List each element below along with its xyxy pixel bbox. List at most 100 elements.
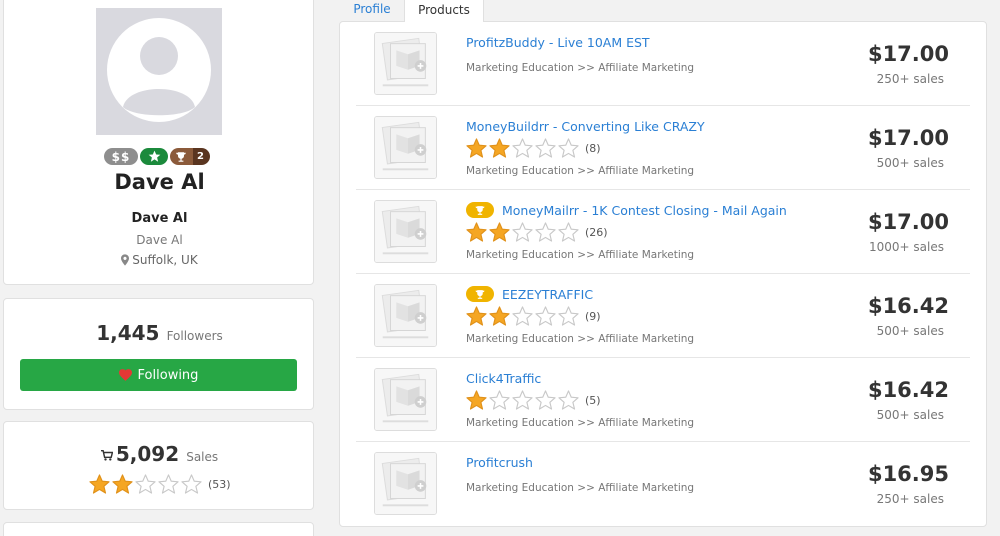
product-thumbnail[interactable] (374, 200, 437, 263)
product-price: $16.42 (867, 378, 949, 402)
profile-username: Dave Al (136, 233, 183, 247)
extra-card (3, 522, 314, 536)
product-title-row: MoneyBuildrr - Converting Like CRAZY (466, 116, 705, 136)
product-row[interactable]: Profitcrush Marketing Education >> Affili… (356, 442, 970, 526)
badge-row: $$ 2 (104, 148, 210, 166)
star-empty-icon (535, 222, 556, 242)
product-price: $16.42 (867, 294, 949, 318)
followers-line: 1,445 Followers (4, 321, 315, 345)
star-badge (140, 148, 168, 165)
star-empty-icon (535, 390, 556, 410)
sales-line: 5,092 Sales (4, 442, 315, 466)
star-empty-icon (135, 474, 156, 494)
product-title[interactable]: Profitcrush (466, 455, 533, 470)
star-icon (148, 150, 160, 162)
profile-display-name: Dave Al (114, 170, 205, 194)
seller-rating: (53) (89, 474, 231, 494)
star-rating (466, 390, 579, 410)
product-row[interactable]: MoneyBuildrr - Converting Like CRAZY (8) M… (356, 106, 970, 190)
heart-icon (118, 369, 132, 381)
star-empty-icon (181, 474, 202, 494)
product-category[interactable]: Marketing Education >> Affiliate Marketi… (466, 62, 694, 74)
product-row[interactable]: Click4Traffic (5) Marketing Education >> A… (356, 358, 970, 442)
star-filled-icon (466, 138, 487, 158)
product-sales: 500+ sales (876, 408, 944, 422)
product-image-placeholder-icon (375, 285, 436, 346)
product-row[interactable]: ProfitzBuddy - Live 10AM EST Marketing Ed… (356, 22, 970, 106)
product-category[interactable]: Marketing Education >> Affiliate Marketi… (466, 333, 694, 345)
product-rating: (8) (466, 138, 601, 158)
following-button[interactable]: Following (20, 359, 297, 391)
product-rating: (26) (466, 222, 608, 242)
star-filled-icon (466, 222, 487, 242)
product-title[interactable]: EEZEYTRAFFIC (502, 287, 593, 302)
star-empty-icon (512, 138, 533, 158)
product-row[interactable]: EEZEYTRAFFIC (9) Marketing Education >> Af… (356, 274, 970, 358)
star-filled-icon (489, 306, 510, 326)
star-filled-icon (466, 390, 487, 410)
products-list: ProfitzBuddy - Live 10AM EST Marketing Ed… (339, 21, 987, 527)
profile-name: Dave Al (131, 211, 188, 226)
sales-count: 5,092 (115, 442, 180, 466)
map-pin-icon (121, 254, 130, 266)
cart-icon (100, 450, 113, 461)
product-sales: 500+ sales (876, 324, 944, 338)
trophy-badge (466, 286, 494, 302)
product-price: $17.00 (867, 210, 949, 234)
product-title[interactable]: MoneyBuildrr - Converting Like CRAZY (466, 119, 705, 134)
avatar-placeholder-icon (96, 8, 222, 135)
trophy-count: 2 (197, 151, 204, 162)
star-empty-icon (558, 390, 579, 410)
trophy-badge (466, 202, 494, 218)
rating-count: (8) (585, 141, 601, 155)
star-empty-icon (535, 306, 556, 326)
trophy-icon (475, 289, 485, 299)
star-empty-icon (158, 474, 179, 494)
sales-card: 5,092 Sales (53) (3, 421, 314, 510)
product-price: $17.00 (867, 42, 949, 66)
star-rating (466, 222, 579, 242)
rating-count: (53) (208, 477, 231, 491)
star-rating (89, 474, 202, 494)
product-thumbnail[interactable] (374, 116, 437, 179)
product-title-row: EEZEYTRAFFIC (466, 284, 593, 304)
star-empty-icon (512, 390, 533, 410)
star-filled-icon (112, 474, 133, 494)
product-thumbnail[interactable] (374, 452, 437, 515)
product-thumbnail[interactable] (374, 32, 437, 95)
product-title[interactable]: ProfitzBuddy - Live 10AM EST (466, 35, 650, 50)
tab-products[interactable]: Products (404, 0, 484, 22)
avatar (96, 8, 222, 135)
following-button-label: Following (137, 367, 199, 383)
product-rating: (5) (466, 390, 601, 410)
product-category[interactable]: Marketing Education >> Affiliate Marketi… (466, 249, 694, 261)
tab-profile[interactable]: Profile (340, 0, 404, 22)
product-title[interactable]: MoneyMailrr - 1K Contest Closing - Mail … (502, 203, 787, 218)
product-thumbnail[interactable] (374, 284, 437, 347)
star-empty-icon (558, 222, 579, 242)
product-title-row: Click4Traffic (466, 368, 541, 388)
product-category[interactable]: Marketing Education >> Affiliate Marketi… (466, 482, 694, 494)
star-empty-icon (489, 390, 510, 410)
trophy-badge: 2 (170, 148, 210, 165)
star-filled-icon (89, 474, 110, 494)
product-category[interactable]: Marketing Education >> Affiliate Marketi… (466, 417, 694, 429)
star-filled-icon (489, 222, 510, 242)
star-empty-icon (512, 306, 533, 326)
product-sales: 1000+ sales (869, 240, 944, 254)
star-empty-icon (558, 306, 579, 326)
product-sales: 250+ sales (876, 492, 944, 506)
location-text: Suffolk, UK (132, 253, 198, 267)
followers-card: 1,445 Followers Following (3, 298, 314, 410)
product-thumbnail[interactable] (374, 368, 437, 431)
followers-label: Followers (166, 329, 223, 343)
product-image-placeholder-icon (375, 201, 436, 262)
followers-count: 1,445 (96, 321, 160, 345)
product-row[interactable]: MoneyMailrr - 1K Contest Closing - Mail … (356, 190, 970, 274)
product-category[interactable]: Marketing Education >> Affiliate Marketi… (466, 165, 694, 177)
product-price: $17.00 (867, 126, 949, 150)
product-title[interactable]: Click4Traffic (466, 371, 541, 386)
profile-card: $$ 2 Dave Al Dave Al Dave Al Suffolk, UK (3, 0, 314, 285)
star-rating (466, 306, 579, 326)
product-title-row: ProfitzBuddy - Live 10AM EST (466, 32, 650, 52)
